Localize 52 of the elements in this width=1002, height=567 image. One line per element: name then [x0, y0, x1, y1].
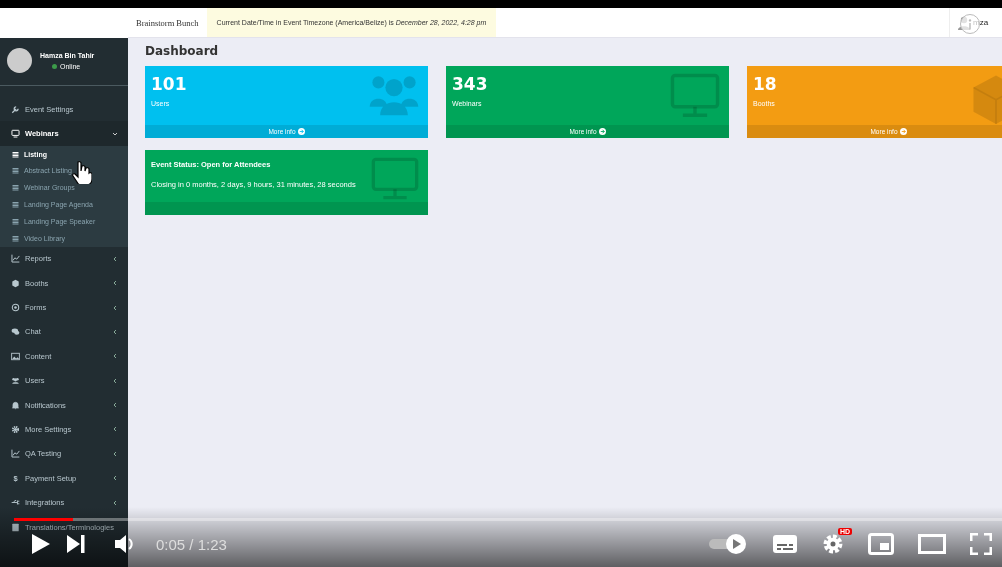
chevron-left-icon	[112, 304, 118, 311]
ring-icon	[11, 303, 20, 313]
chat-icon	[11, 327, 20, 337]
image-icon	[11, 351, 20, 361]
user-email[interactable]: mza	[973, 18, 989, 27]
next-icon[interactable]	[66, 534, 86, 554]
chart-icon	[11, 449, 20, 459]
subtitles-icon[interactable]	[772, 534, 798, 554]
stat-value: 101	[151, 74, 188, 94]
video-time: 0:05 / 1:23	[156, 535, 227, 553]
arrow-circle-icon	[598, 128, 606, 135]
avatar	[7, 48, 32, 73]
list-icon	[12, 201, 19, 209]
arrow-circle-icon	[297, 128, 305, 135]
theater-mode-icon[interactable]	[918, 534, 946, 554]
page-title: Dashboard	[145, 44, 220, 58]
site-name[interactable]: Brainstorm Bunch	[128, 8, 207, 37]
miniplayer-icon[interactable]	[868, 533, 894, 555]
chevron-left-icon	[112, 426, 118, 433]
status-dot-icon	[52, 63, 57, 69]
chart-icon	[11, 254, 20, 264]
list-icon	[12, 184, 19, 192]
stat-value: 343	[452, 74, 489, 94]
chevron-left-icon	[112, 450, 118, 457]
list-icon	[12, 167, 19, 175]
chevron-left-icon	[112, 255, 118, 262]
fullscreen-icon[interactable]	[970, 533, 992, 555]
chevron-left-icon	[112, 328, 118, 335]
gear-icon	[11, 425, 20, 434]
list-icon	[12, 150, 19, 158]
wrench-icon	[11, 104, 20, 114]
chevron-left-icon	[112, 353, 118, 360]
chevron-left-icon	[112, 499, 118, 506]
monitor-icon	[11, 129, 20, 139]
play-icon[interactable]	[30, 532, 52, 556]
volume-icon[interactable]	[114, 534, 136, 554]
autoplay-toggle[interactable]	[708, 533, 748, 555]
chevron-left-icon	[112, 402, 118, 409]
cube-icon	[11, 278, 20, 288]
list-icon	[12, 217, 19, 225]
bell-icon	[11, 400, 20, 410]
stat-value: 18	[753, 74, 778, 94]
users-icon	[11, 376, 20, 386]
arrow-circle-icon	[899, 128, 907, 135]
hand-cursor-icon	[72, 160, 92, 184]
list-icon	[12, 234, 19, 242]
chevron-left-icon	[112, 280, 118, 287]
settings-icon[interactable]	[822, 533, 844, 555]
chevron-left-icon	[112, 475, 118, 482]
chevron-down-icon	[112, 130, 118, 137]
book-icon	[11, 522, 20, 532]
chevron-left-icon	[112, 377, 118, 384]
